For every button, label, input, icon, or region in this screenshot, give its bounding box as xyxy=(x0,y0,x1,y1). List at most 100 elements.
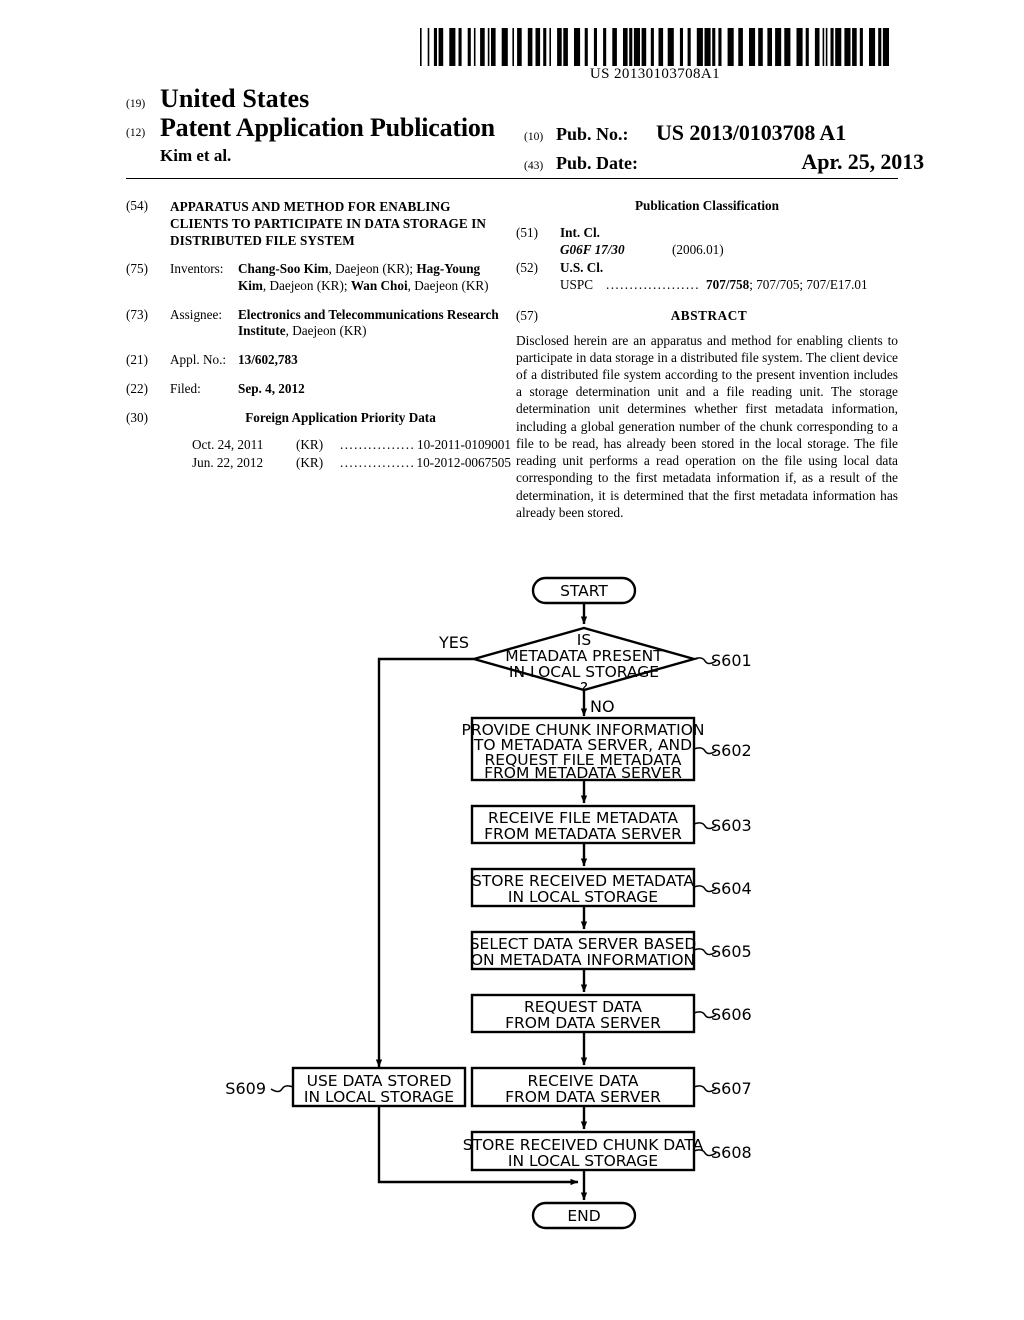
appl-no-label: Appl. No.: xyxy=(170,352,227,368)
priority-row: Jun. 22, 2012 (KR) .....................… xyxy=(192,454,511,472)
s603-line-2: FROM METADATA SERVER xyxy=(484,825,682,843)
inid-19: (19) xyxy=(126,98,146,110)
uspc-row: USPC .................... 707/758; 707/7… xyxy=(560,277,898,294)
assignee-location: , Daejeon (KR) xyxy=(285,323,367,339)
foreign-priority-block: Foreign Application Priority Data Oct. 2… xyxy=(170,410,511,472)
priority-list: Oct. 24, 2011 (KR) .....................… xyxy=(192,436,511,471)
int-cl-row: (51) Int. Cl. G06F 17/30 (2006.01) xyxy=(516,225,898,259)
uspc-leader: .................... xyxy=(606,277,700,293)
int-cl-block: Int. Cl. G06F 17/30 (2006.01) xyxy=(560,225,898,259)
int-cl-label: Int. Cl. xyxy=(560,224,600,240)
step-label-s606: S606 xyxy=(711,1005,752,1024)
int-cl-code-row: G06F 17/30 (2006.01) xyxy=(560,242,898,259)
abstract-heading: ABSTRACT xyxy=(670,307,748,323)
decision-line-4: ? xyxy=(580,679,588,697)
inid-54: (54) xyxy=(126,198,148,213)
flow-end-label: END xyxy=(567,1207,600,1225)
inventors-list: Chang-Soo Kim, Daejeon (KR); Hag-Young K… xyxy=(238,261,511,295)
flow-start-label: START xyxy=(560,582,608,600)
int-cl-code: G06F 17/30 xyxy=(560,241,625,257)
bibliographic-left-column: (54) APPARATUS AND METHOD FOR ENABLING C… xyxy=(126,198,511,484)
inventor-location: , Daejeon (KR); xyxy=(262,277,348,293)
assignee-value: Electronics and Telecommunications Resea… xyxy=(238,307,511,341)
priority-number: 10-2011-0109001 xyxy=(416,437,511,453)
uspc-label: USPC xyxy=(560,277,593,293)
header-divider xyxy=(126,178,898,179)
step-label-s604: S604 xyxy=(711,879,752,898)
priority-leader: ........................ xyxy=(340,437,414,453)
inid-30: (30) xyxy=(126,409,148,425)
inid-51: (51) xyxy=(516,224,538,240)
priority-number: 10-2012-0067505 xyxy=(416,455,511,470)
document-type: Patent Application Publication xyxy=(160,113,495,143)
inventor-name: Wan Choi xyxy=(350,277,408,293)
barcode-number: US 20130103708A1 xyxy=(589,66,721,82)
country-name: United States xyxy=(160,84,310,113)
filed-value: Sep. 4, 2012 xyxy=(238,380,305,396)
us-cl-row: (52) U.S. Cl. USPC .................... … xyxy=(516,260,898,294)
inid-10: (10) xyxy=(524,131,544,143)
s609-line-2: IN LOCAL STORAGE xyxy=(304,1088,454,1106)
step-label-s609: S609 xyxy=(225,1079,266,1098)
inid-52: (52) xyxy=(516,260,538,276)
patent-publication-page: US 20130103708A1 (19) United States (12)… xyxy=(0,0,1024,1320)
step-label-s601: S601 xyxy=(711,651,752,670)
abstract-heading-row: (57) ABSTRACT xyxy=(516,308,898,325)
step-label-s607: S607 xyxy=(711,1079,752,1098)
priority-date: Oct. 24, 2011 xyxy=(192,437,264,453)
inventor-name: Chang-Soo Kim xyxy=(238,261,329,277)
masthead: (19) United States (12) Patent Applicati… xyxy=(126,84,924,174)
pub-number-value: US 2013/0103708 A1 xyxy=(656,120,847,145)
s604-line-2: IN LOCAL STORAGE xyxy=(508,888,658,906)
inventors-row: (75) Inventors: Chang-Soo Kim, Daejeon (… xyxy=(126,261,511,295)
inid-57: (57) xyxy=(516,307,538,323)
s602-line-4: FROM METADATA SERVER xyxy=(484,764,682,782)
inid-22: (22) xyxy=(126,380,148,396)
title-row: (54) APPARATUS AND METHOD FOR ENABLING C… xyxy=(126,198,511,249)
foreign-priority-heading: Foreign Application Priority Data xyxy=(245,409,436,425)
step-label-s605: S605 xyxy=(711,942,752,961)
country-row: (19) United States xyxy=(126,84,898,113)
foreign-priority-row: (30) Foreign Application Priority Data O… xyxy=(126,410,511,472)
priority-row: Oct. 24, 2011 (KR) .....................… xyxy=(192,436,511,454)
bibliographic-right-column: Publication Classification (51) Int. Cl.… xyxy=(516,198,898,521)
pub-number-row: (10) Pub. No.: US 2013/0103708 A1 xyxy=(524,120,1024,146)
branch-no-label: NO xyxy=(590,697,615,716)
inventors-label: Inventors: xyxy=(170,261,224,277)
inventor-location: , Daejeon (KR); xyxy=(328,261,414,277)
assignee-label: Assignee: xyxy=(170,306,223,322)
priority-leader: ........................ xyxy=(340,455,413,470)
filed-label: Filed: xyxy=(170,380,201,396)
assignee-name: Electronics and Telecommunications Resea… xyxy=(238,306,499,339)
s606-line-2: FROM DATA SERVER xyxy=(505,1014,661,1032)
branch-yes-label: YES xyxy=(438,633,469,652)
priority-country: (KR) xyxy=(296,455,324,470)
s608-line-2: IN LOCAL STORAGE xyxy=(508,1152,658,1170)
flowchart-figure: START IS METADATA PRESENT IN LOCAL STORA… xyxy=(0,560,1024,1260)
pub-date-value: Apr. 25, 2013 xyxy=(801,149,924,174)
publication-info: (10) Pub. No.: US 2013/0103708 A1 (43) P… xyxy=(524,120,1024,178)
pub-number-label: Pub. No.: xyxy=(556,124,629,144)
abstract-text: Disclosed herein are an apparatus and me… xyxy=(516,332,898,520)
step-label-s608: S608 xyxy=(711,1143,752,1162)
uspc-primary: 707/758 xyxy=(706,277,750,293)
uspc-values: 707/758; 707/705; 707/E17.01 xyxy=(706,277,868,294)
step-label-s602: S602 xyxy=(711,741,752,760)
uspc-secondary: ; 707/705; 707/E17.01 xyxy=(749,277,868,293)
step-label-s603: S603 xyxy=(711,816,752,835)
inid-75: (75) xyxy=(126,261,148,277)
filed-row: (22) Filed: Sep. 4, 2012 xyxy=(126,381,511,398)
pub-date-label: Pub. Date: xyxy=(556,153,638,173)
barcode-image xyxy=(420,28,890,66)
pub-date-row: (43) Pub. Date: Apr. 25, 2013 xyxy=(524,149,1024,175)
inventor-location: , Daejeon (KR) xyxy=(407,277,489,293)
us-cl-block: U.S. Cl. USPC .................... 707/7… xyxy=(560,260,898,294)
appl-no-value: 13/602,783 xyxy=(238,352,298,368)
s607-line-2: FROM DATA SERVER xyxy=(505,1088,661,1106)
inid-73: (73) xyxy=(126,306,148,322)
int-cl-edition: (2006.01) xyxy=(672,241,724,257)
inid-43: (43) xyxy=(524,160,544,172)
us-cl-label: U.S. Cl. xyxy=(560,260,604,276)
priority-date: Jun. 22, 2012 xyxy=(192,455,264,470)
inid-12: (12) xyxy=(126,127,146,140)
